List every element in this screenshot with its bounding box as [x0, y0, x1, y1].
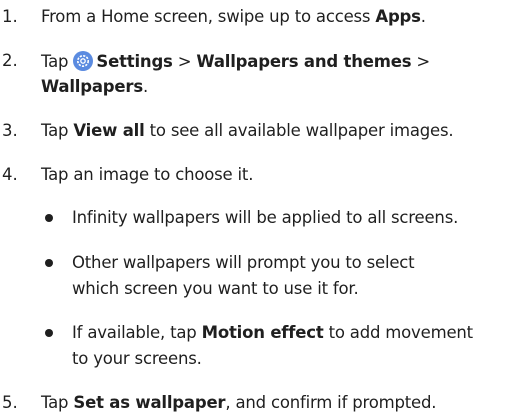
- wallpapers-label: Wallpapers: [41, 77, 143, 96]
- instructions-document: 1. From a Home screen, swipe up to acces…: [0, 0, 523, 419]
- bullet-other-text-line2: which screen you want to use it for.: [72, 279, 359, 298]
- gear-icon: [73, 51, 94, 71]
- step-1-number: 1.: [2, 7, 18, 26]
- bullet-dot: [45, 259, 53, 267]
- step-4-number: 4.: [2, 165, 18, 184]
- bullet-motion-text-line2: to your screens.: [72, 349, 202, 368]
- step-2-text: Tap Settings > Wallpapers and themes >: [41, 51, 431, 71]
- bullet-motion-text: If available, tap Motion effect to add m…: [72, 323, 473, 342]
- motion-effect-label: Motion effect: [201, 323, 324, 342]
- set-as-wallpaper-label: Set as wallpaper: [73, 393, 226, 412]
- step-2-number: 2.: [2, 51, 18, 70]
- wallpapers-and-themes-label: Wallpapers and themes: [196, 52, 412, 71]
- bullet-other-text: Other wallpapers will prompt you to sele…: [72, 253, 415, 272]
- bullet-dot: [45, 329, 53, 337]
- step-1-text: From a Home screen, swipe up to access A…: [41, 7, 426, 26]
- apps-label: Apps: [375, 7, 421, 26]
- view-all-label: View all: [73, 121, 145, 140]
- step-5-number: 5.: [2, 393, 18, 412]
- step-3-text: Tap View all to see all available wallpa…: [41, 121, 454, 140]
- step-3-number: 3.: [2, 121, 18, 140]
- step-2-text-line2: Wallpapers.: [41, 77, 149, 96]
- step-5-text: Tap Set as wallpaper, and confirm if pro…: [41, 393, 437, 412]
- bullet-dot: [45, 214, 53, 222]
- settings-label: Settings: [96, 52, 173, 71]
- step-4-text: Tap an image to choose it.: [41, 165, 254, 184]
- bullet-infinity-text: Infinity wallpapers will be applied to a…: [72, 208, 459, 227]
